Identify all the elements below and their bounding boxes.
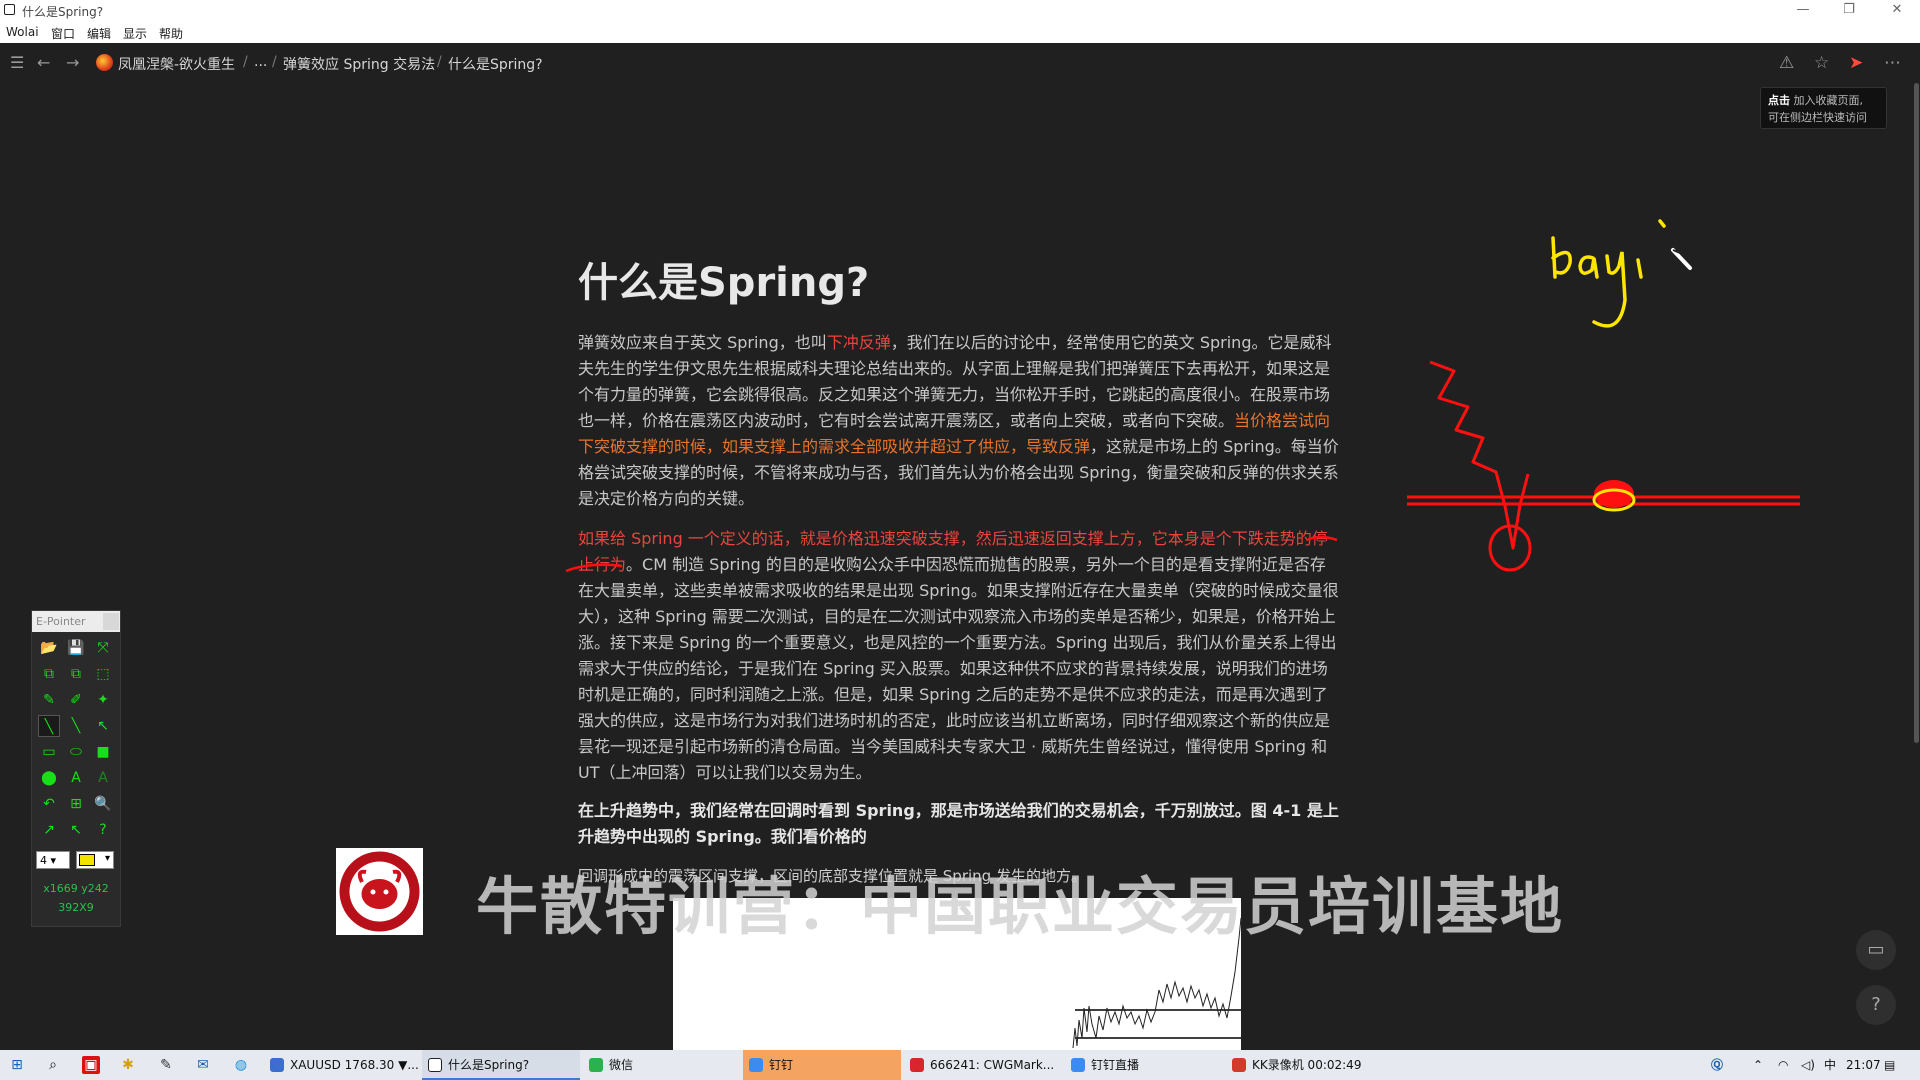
browser-icon[interactable]: ◍ [232,1056,250,1074]
pen-icon[interactable]: ╲ [38,715,60,737]
taskbar-item-label: 什么是Spring? [448,1058,530,1072]
taskbar-item-kk-recorder[interactable]: KK录像机 00:02:49 [1226,1050,1384,1080]
text-icon[interactable]: A [65,767,87,789]
clock[interactable]: 21:07 [1846,1050,1881,1080]
pen-color-select[interactable]: ▾ [76,851,114,869]
cwg-app-icon [910,1058,924,1072]
app-pen-icon[interactable]: ✎ [157,1056,175,1074]
paste-icon[interactable]: ⧉ [65,663,87,685]
wechat-icon [589,1058,603,1072]
cursor-coords: x1669 y242 392X9 [32,879,120,917]
xauusd-app-icon [270,1058,284,1072]
taskbar-item-xauusd[interactable]: XAUUSD 1768.30 ▼... [264,1050,419,1080]
bull-logo-icon [339,851,420,932]
filled-rectangle-icon[interactable]: ■ [92,741,114,763]
dingtalk-icon [749,1058,763,1072]
watermark-logo [336,848,423,935]
wolai-app-icon [428,1058,442,1072]
open-icon[interactable]: 📂 [38,637,60,659]
grid-icon[interactable]: ⊞ [65,793,87,815]
taskbar-item-dingtalk[interactable]: 钉钉 [743,1050,901,1080]
laser-icon[interactable]: ↗ [38,819,60,841]
app-red-icon[interactable]: ▣ [82,1056,100,1074]
taskbar-item-wolai[interactable]: 什么是Spring? [422,1050,580,1080]
pointer-icon[interactable]: ↖ [65,819,87,841]
e-pointer-title-text: E-Pointer [36,615,86,628]
chevron-up-icon[interactable]: ⌃ [1753,1050,1763,1080]
save-icon[interactable]: 💾 [65,637,87,659]
taskbar-item-dingtalk-live[interactable]: 钉钉直播 [1065,1050,1223,1080]
taskbar-item-label: 微信 [609,1058,634,1072]
e-pointer-panel: E-Pointer 📂 💾 ⤧ ⧉ ⧉ ⬚ ✎ ✐ ✦ ╲ ╲ ↖ ▭ ⬭ ■ … [31,610,121,927]
filled-ellipse-icon[interactable]: ⬤ [38,767,60,789]
taskbar-item-label: XAUUSD 1768.30 ▼... [290,1058,419,1072]
e-pointer-close-button[interactable] [103,613,119,630]
text-outline-icon[interactable]: A [92,767,114,789]
highlighter-icon[interactable]: ✦ [92,689,114,711]
comment-button[interactable]: ▭ [1856,930,1896,970]
color-swatch [79,854,95,866]
mail-icon[interactable]: ✉ [194,1056,212,1074]
taskbar-item-cwgmarkets[interactable]: 666241: CWGMark... [904,1050,1062,1080]
volume-icon[interactable]: ◁) [1801,1050,1815,1080]
taskbar-item-label: 钉钉 [769,1058,794,1072]
app-grid-icon[interactable]: ✱ [119,1056,137,1074]
selection-dims: 392X9 [58,901,94,914]
watermark-text: 牛散特训营：中国职业交易员培训基地 [476,870,1565,943]
search-icon[interactable]: ⌕ [44,1056,62,1074]
copy-icon[interactable]: ⧉ [38,663,60,685]
dingtalk-live-icon [1071,1058,1085,1072]
help-icon: ? [1871,994,1881,1015]
line-icon[interactable]: ╲ [65,715,87,737]
help-button[interactable]: ? [1856,985,1896,1025]
zoom-icon[interactable]: 🔍 [92,793,114,815]
taskbar: ⊞ ⌕ ▣ ✱ ✎ ✉ ◍ XAUUSD 1768.30 ▼... 什么是Spr… [0,1050,1920,1080]
network-icon[interactable]: ◠ [1778,1050,1788,1080]
screen-icon[interactable]: ⤧ [92,637,114,659]
start-icon[interactable]: ⊞ [8,1056,26,1074]
taskbar-item-label: 666241: CWGMark... [930,1058,1055,1072]
taskbar-item-wechat[interactable]: 微信 [583,1050,741,1080]
taskbar-item-label: KK录像机 00:02:49 [1252,1058,1362,1072]
cursor-xy: x1669 y242 [43,882,109,895]
select-rect-icon[interactable]: ⬚ [92,663,114,685]
pen-size-value: 4 [40,854,47,867]
chevron-down-icon: ▾ [104,853,110,864]
notification-icon[interactable]: ▤ [1884,1050,1895,1080]
taskbar-item-label: 钉钉直播 [1091,1058,1140,1072]
undo-icon[interactable]: ↶ [38,793,60,815]
comment-icon: ▭ [1867,939,1885,960]
rectangle-icon[interactable]: ▭ [38,741,60,763]
ime-icon[interactable]: 中 [1824,1050,1836,1080]
pen-size-select[interactable]: 4 ▾ [36,851,70,869]
ellipse-icon[interactable]: ⬭ [65,741,87,763]
e-pointer-title: E-Pointer [32,611,120,632]
marker-icon[interactable]: ✐ [65,689,87,711]
q-icon[interactable]: Ⓠ [1711,1050,1723,1080]
help-icon[interactable]: ? [92,819,114,841]
arrow-icon[interactable]: ↖ [92,715,114,737]
eraser-icon[interactable]: ✎ [38,689,60,711]
recorder-icon [1232,1058,1246,1072]
